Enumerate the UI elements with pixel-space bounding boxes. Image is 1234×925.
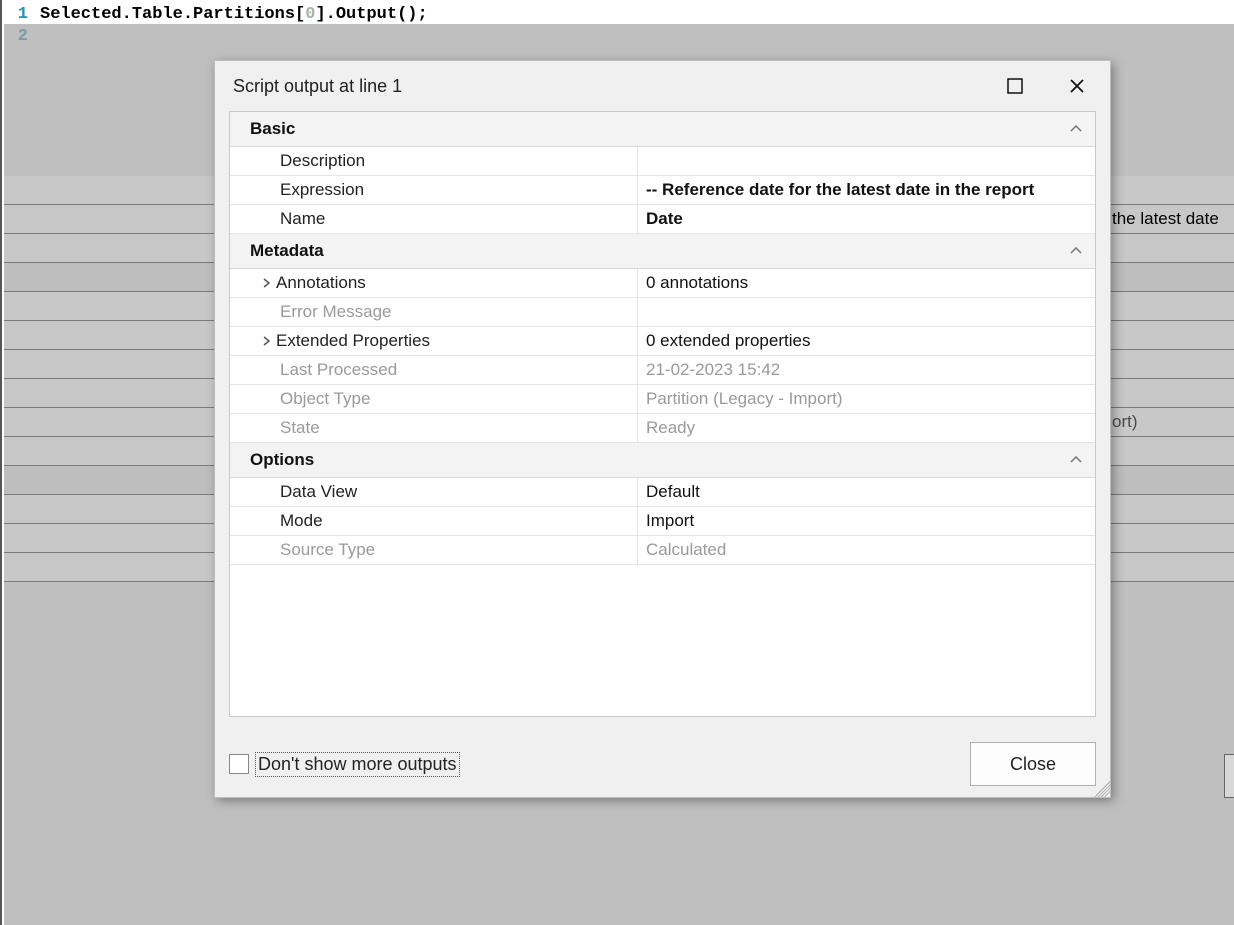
dialog-title: Script output at line 1 [233,76,402,97]
dialog-titlebar[interactable]: Script output at line 1 [215,61,1110,111]
property-row-name[interactable]: Name Date [230,205,1095,234]
property-grid[interactable]: Basic Description Expression -- Referenc… [229,111,1096,717]
property-label: Expression [230,176,638,204]
dont-show-checkbox[interactable] [229,754,249,774]
property-row-mode[interactable]: Mode Import [230,507,1095,536]
property-label: Name [230,205,638,233]
close-window-button[interactable] [1048,67,1106,105]
property-label: Data View [230,478,638,506]
category-header-options[interactable]: Options [230,443,1095,478]
category-header-metadata[interactable]: Metadata [230,234,1095,269]
script-output-dialog: Script output at line 1 Basic Descriptio… [214,60,1111,798]
property-row-object-type[interactable]: Object Type Partition (Legacy - Import) [230,385,1095,414]
category-label: Basic [250,119,295,139]
dialog-footer: Don't show more outputs Close [215,731,1110,797]
property-value[interactable]: Date [638,205,1095,233]
expand-icon[interactable] [258,278,276,288]
property-row-data-view[interactable]: Data View Default [230,478,1095,507]
property-row-state[interactable]: State Ready [230,414,1095,443]
property-label: Last Processed [230,356,638,384]
category-header-basic[interactable]: Basic [230,112,1095,147]
property-row-last-processed[interactable]: Last Processed 21-02-2023 15:42 [230,356,1095,385]
property-row-error-message[interactable]: Error Message [230,298,1095,327]
property-label: Source Type [230,536,638,564]
line-number: 1 [2,4,28,26]
chevron-up-icon [1069,244,1083,258]
property-row-annotations[interactable]: Annotations 0 annotations [230,269,1095,298]
property-label: Annotations [230,269,638,297]
close-button[interactable]: Close [970,742,1096,786]
property-value [638,298,1095,326]
chevron-up-icon [1069,453,1083,467]
property-value[interactable]: Default [638,478,1095,506]
close-icon [1069,78,1085,94]
resize-handle[interactable] [1094,781,1110,797]
category-label: Options [250,450,314,470]
property-label: State [230,414,638,442]
property-row-expression[interactable]: Expression -- Reference date for the lat… [230,176,1095,205]
property-row-extended-properties[interactable]: Extended Properties 0 extended propertie… [230,327,1095,356]
property-row-description[interactable]: Description [230,147,1095,176]
property-label: Description [230,147,638,175]
property-label: Mode [230,507,638,535]
property-value: Calculated [638,536,1095,564]
property-value[interactable]: 0 extended properties [638,327,1095,355]
property-value[interactable]: Import [638,507,1095,535]
property-value: Ready [638,414,1095,442]
property-value: 21-02-2023 15:42 [638,356,1095,384]
maximize-button[interactable] [986,67,1044,105]
property-label: Extended Properties [230,327,638,355]
maximize-icon [1007,78,1023,94]
property-row-source-type[interactable]: Source Type Calculated [230,536,1095,565]
chevron-up-icon [1069,122,1083,136]
property-value[interactable]: 0 annotations [638,269,1095,297]
category-label: Metadata [250,241,324,261]
property-value: Partition (Legacy - Import) [638,385,1095,413]
property-label: Error Message [230,298,638,326]
property-value[interactable]: -- Reference date for the latest date in… [638,176,1095,204]
background-close-button [1224,754,1234,798]
property-label: Object Type [230,385,638,413]
property-value[interactable] [638,147,1095,175]
expand-icon[interactable] [258,336,276,346]
dont-show-label[interactable]: Don't show more outputs [255,752,460,777]
